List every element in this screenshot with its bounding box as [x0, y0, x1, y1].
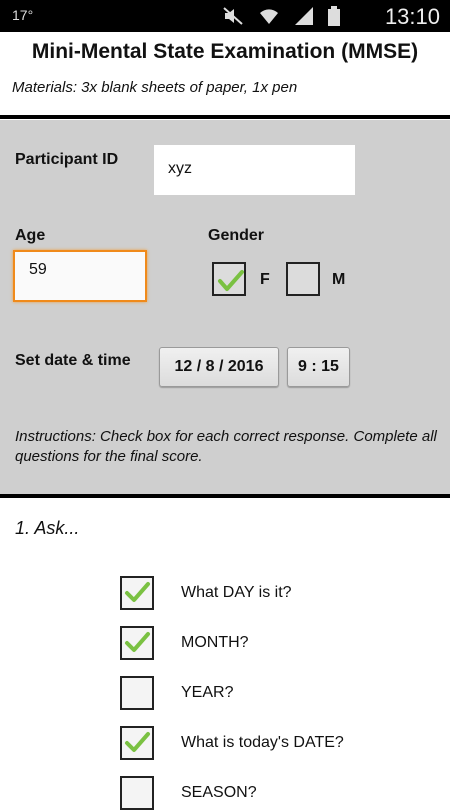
question-label: SEASON? [181, 784, 257, 801]
gender-label: Gender [208, 227, 265, 244]
mute-icon [222, 6, 244, 26]
question-checkbox-season[interactable] [120, 776, 154, 810]
gender-m-checkbox[interactable] [286, 262, 320, 296]
status-bar: 17° 13:10 [0, 0, 450, 32]
question-label: MONTH? [181, 634, 249, 651]
checkmark-icon [218, 270, 244, 291]
question-label: YEAR? [181, 684, 234, 701]
checkmark-icon [125, 582, 150, 602]
clock: 13:10 [384, 4, 440, 29]
page-title: Mini-Mental State Examination (MMSE) [31, 40, 419, 63]
divider-top [0, 115, 450, 119]
checkmark-icon [125, 732, 150, 752]
question-checkbox-year[interactable] [120, 676, 154, 710]
section-title: 1. Ask... [15, 518, 80, 538]
age-input[interactable]: 59 [13, 250, 147, 302]
date-picker-button[interactable]: 12 / 8 / 2016 [159, 347, 279, 387]
participant-id-input[interactable]: xyz [154, 145, 355, 195]
status-icons [222, 5, 340, 27]
participant-id-label: Participant ID [15, 151, 119, 168]
question-checkbox-day[interactable] [120, 576, 154, 610]
question-checkbox-date[interactable] [120, 726, 154, 760]
temperature-indicator: 17° [12, 7, 34, 23]
question-label: What DAY is it? [181, 584, 292, 601]
checkmark-icon [125, 632, 150, 652]
question-checkbox-month[interactable] [120, 626, 154, 660]
datetime-label: Set date & time [15, 352, 131, 369]
gender-f-checkbox[interactable] [212, 262, 246, 296]
time-picker-button[interactable]: 9 : 15 [287, 347, 350, 387]
divider-bottom [0, 494, 450, 498]
gender-f-label: F [260, 271, 270, 288]
question-label: What is today's DATE? [181, 734, 344, 751]
materials-note: Materials: 3x blank sheets of paper, 1x … [12, 79, 298, 96]
battery-icon [328, 6, 340, 26]
signal-icon [294, 6, 314, 26]
instructions-text: Instructions: Check box for each correct… [15, 428, 437, 465]
wifi-icon [258, 6, 280, 26]
gender-m-label: M [332, 271, 346, 288]
age-label: Age [15, 227, 46, 244]
